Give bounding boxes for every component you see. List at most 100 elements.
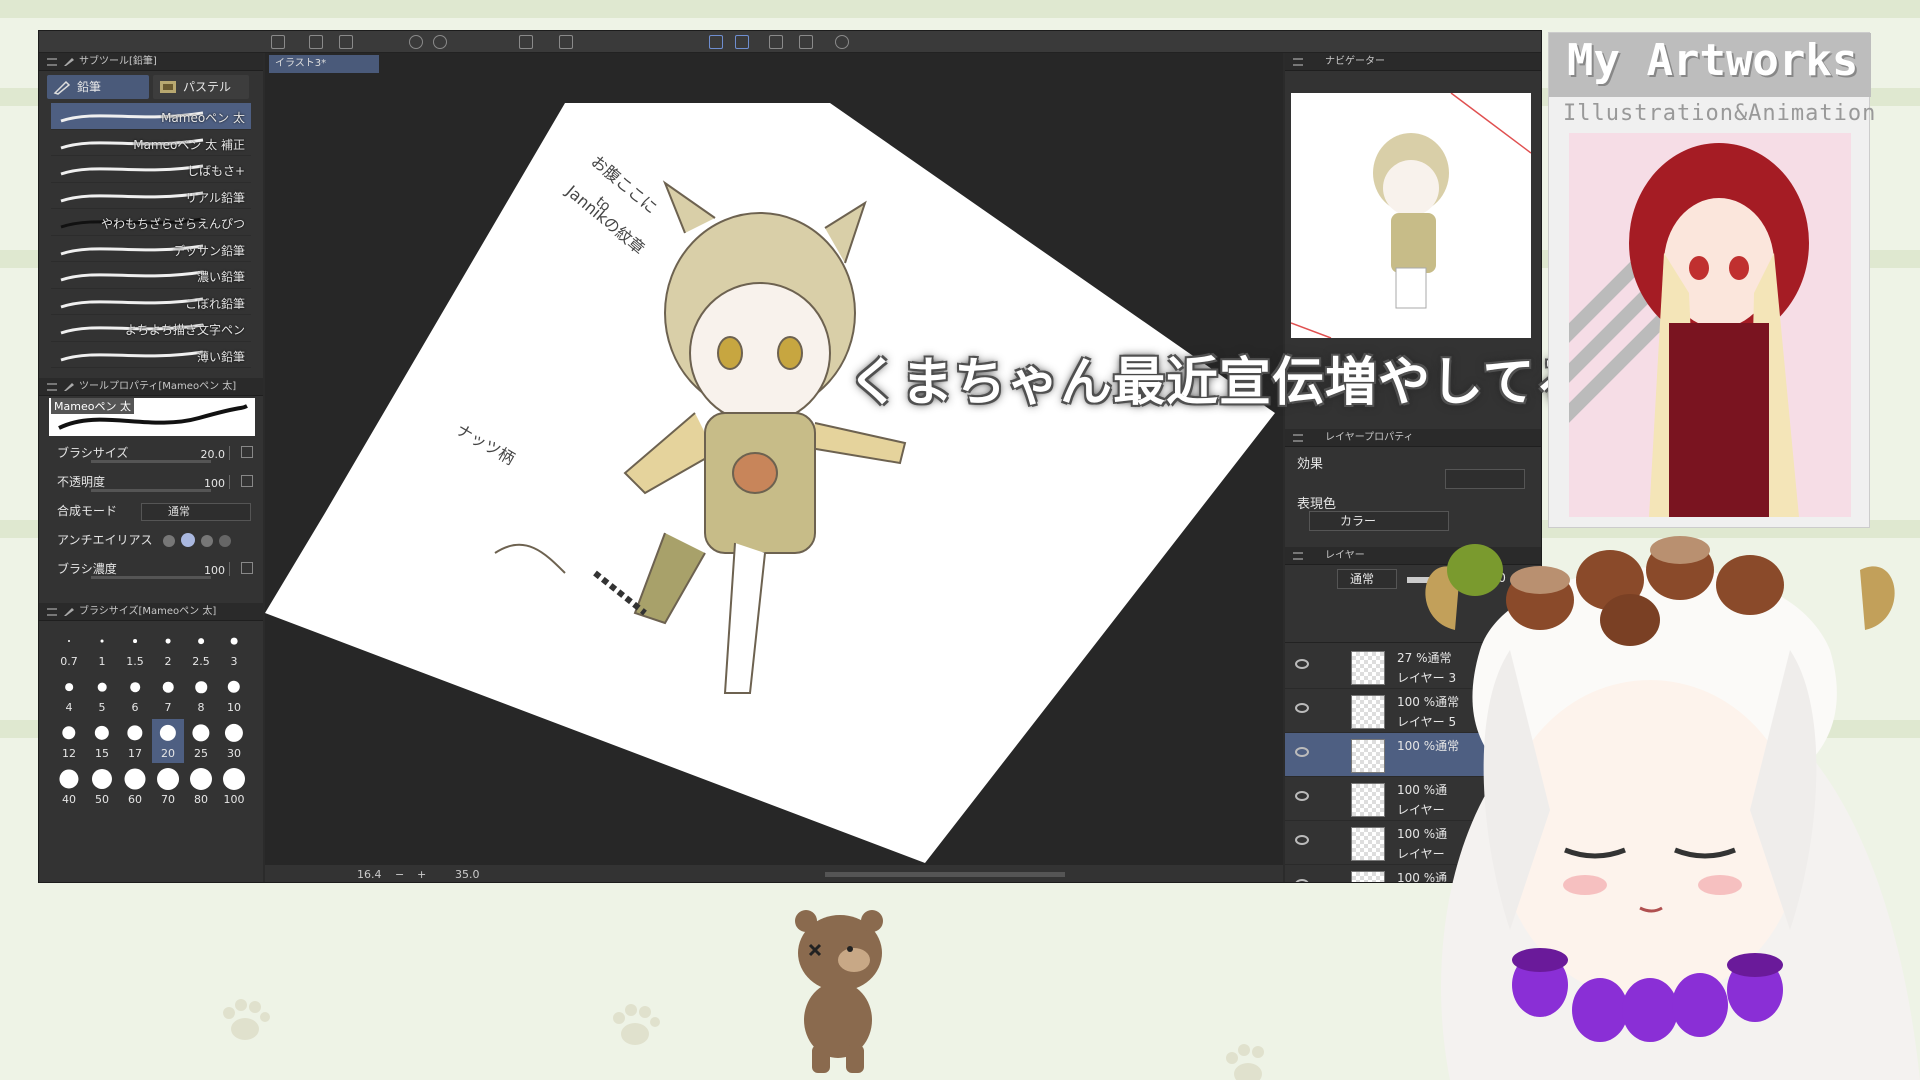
brush-size-option[interactable]: 40 [53,765,85,809]
help-icon[interactable] [835,35,849,49]
blend-mode-dropdown[interactable]: 通常 [141,503,251,521]
brush-size-option[interactable]: 10 [218,673,250,717]
brush-size-option[interactable]: 3 [218,627,250,671]
pencil-icon [53,80,71,95]
brush-size-option[interactable]: 15 [86,719,118,763]
brush-size-option[interactable]: 17 [119,719,151,763]
brush-size-option[interactable]: 70 [152,765,184,809]
menu-grip-icon[interactable] [1293,58,1303,66]
brush-item[interactable]: 濃い鉛筆 [51,262,251,289]
brush-size-option[interactable]: 1.5 [119,627,151,671]
brush-size-option[interactable]: 1 [86,627,118,671]
brush-size-option[interactable]: 12 [53,719,85,763]
zoom-in-button[interactable]: + [417,868,426,881]
redo-icon[interactable] [433,35,447,49]
zoom-out-button[interactable]: − [395,868,404,881]
brush-size-panel-header[interactable]: ブラシサイズ[Mameoペン 太] [39,603,263,621]
menu-grip-icon[interactable] [1293,434,1303,442]
navigator-header[interactable]: ナビゲーター [1285,53,1541,71]
undo-icon[interactable] [409,35,423,49]
spinner[interactable] [229,562,239,576]
tool-property-header[interactable]: ツールプロパティ[Mameoペン 太] [39,378,263,396]
brush-item[interactable]: しばもさ+ [51,156,251,183]
menu-grip-icon[interactable] [47,383,57,391]
navigator-thumbnail [1291,93,1531,338]
brush-name: こぼれ鉛筆 [184,296,245,311]
visibility-eye-icon[interactable] [1295,747,1309,757]
spinner[interactable] [229,446,239,460]
density-row[interactable]: ブラシ濃度 100 [51,556,255,585]
pressure-toggle[interactable] [241,446,253,458]
brush-size-slider[interactable] [91,460,211,463]
tab-pencil[interactable]: 鉛筆 [47,75,149,99]
brush-stroke-icon [60,270,204,282]
density-slider[interactable] [91,576,211,579]
brush-item[interactable]: デッサン鉛筆 [51,236,251,262]
size-value: 5 [98,701,106,714]
rotation-value[interactable]: 35.0 [455,868,480,881]
brush-size-option[interactable]: 25 [185,719,217,763]
blend-mode-row: 合成モード 通常 [51,498,255,527]
brush-size-option[interactable]: 2 [152,627,184,671]
density-toggle[interactable] [241,562,253,574]
scrollbar[interactable] [825,872,1065,877]
document-icon[interactable] [799,35,813,49]
visibility-eye-icon[interactable] [1295,659,1309,669]
opacity-slider[interactable] [91,489,211,492]
effect-buttons[interactable] [1445,469,1525,489]
brush-size-row[interactable]: ブラシサイズ 20.0 [51,440,255,469]
ruler-icon[interactable] [769,35,783,49]
brush-name: リアル鉛筆 [185,190,245,205]
save-icon[interactable] [339,35,353,49]
brush-size-option[interactable]: 2.5 [185,627,217,671]
brush-size-option[interactable]: 50 [86,765,118,809]
menu-grip-icon[interactable] [47,58,57,66]
brush-size-option[interactable]: 30 [218,719,250,763]
brush-size-option[interactable]: 7 [152,673,184,717]
menu-grip-icon[interactable] [1293,552,1303,560]
navigator-preview[interactable] [1291,93,1531,338]
spinner[interactable] [229,475,239,489]
canvas-area[interactable]: イラスト3* お腹ここに to Jannikの紋章 ナッツ柄 [265,53,1283,865]
clip-studio-window: サブツール[鉛筆] 鉛筆 パステル Mameoペン 太 Mameoペン 太 補正し… [38,30,1542,883]
brush-item[interactable]: Mameoペン 太 [51,103,251,130]
brush-size-option[interactable]: 100 [218,765,250,809]
brush-size-option[interactable]: 20 [152,719,184,763]
brush-item[interactable]: Mameoペン 太 補正 [51,130,251,156]
visibility-eye-icon[interactable] [1295,791,1309,801]
visibility-eye-icon[interactable] [1295,703,1309,713]
tab-pastel[interactable]: パステル [153,75,249,99]
subtool-panel-header[interactable]: サブツール[鉛筆] [39,53,263,71]
brush-item[interactable]: こぼれ鉛筆 [51,289,251,315]
layer-property-header[interactable]: レイヤープロパティ [1285,429,1541,447]
size-value: 7 [164,701,172,714]
brush-size-option[interactable]: 4 [53,673,85,717]
zoom-value[interactable]: 16.4 [357,868,382,881]
open-file-icon[interactable] [309,35,323,49]
opacity-row[interactable]: 不透明度 100 [51,469,255,498]
size-dot-icon [195,681,207,693]
brush-size-option[interactable]: 6 [119,673,151,717]
brush-item[interactable]: 薄い鉛筆 [51,342,251,368]
brush-item[interactable]: よちよち描き文字ペン [51,315,251,342]
brush-size-option[interactable]: 0.7 [53,627,85,671]
brush-size-option[interactable]: 5 [86,673,118,717]
menu-grip-icon[interactable] [47,608,57,616]
transform-icon[interactable] [559,35,573,49]
brush-size-option[interactable]: 8 [185,673,217,717]
opacity-toggle[interactable] [241,475,253,487]
new-canvas-icon[interactable] [271,35,285,49]
background-stripe [0,0,1920,18]
brush-item[interactable]: やわもちざらざらえんぴつ [51,209,251,236]
antialias-options[interactable] [163,533,231,550]
select-icon[interactable] [709,35,723,49]
visibility-eye-icon[interactable] [1295,879,1309,882]
size-value: 1.5 [126,655,144,668]
brush-size-option[interactable]: 80 [185,765,217,809]
fill-icon[interactable] [519,35,533,49]
brush-item[interactable]: リアル鉛筆 [51,183,251,209]
brush-size-option[interactable]: 60 [119,765,151,809]
drawing-canvas[interactable]: お腹ここに to Jannikの紋章 ナッツ柄 [265,53,1283,865]
visibility-eye-icon[interactable] [1295,835,1309,845]
lasso-icon[interactable] [735,35,749,49]
